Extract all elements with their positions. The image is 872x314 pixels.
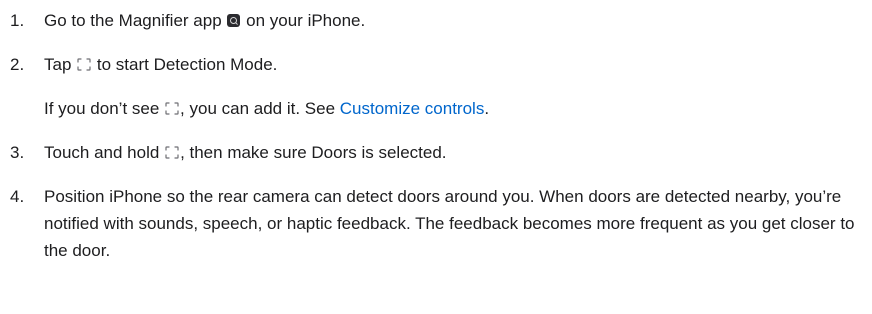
step-number: 2. — [10, 55, 25, 74]
customize-controls-link[interactable]: Customize controls — [340, 99, 485, 118]
detection-mode-icon — [165, 146, 179, 159]
step-text: Touch and hold — [44, 143, 160, 162]
detection-mode-icon — [77, 58, 91, 71]
steps-list: 1. Go to the Magnifier app on your iPhon… — [0, 0, 872, 264]
step-text: to start Detection Mode. — [96, 55, 278, 74]
note-text: If you don’t see — [44, 99, 160, 118]
step-text: on your iPhone. — [246, 11, 366, 30]
step-2: 2. Tap to start Detection Mode. If you d… — [0, 51, 856, 122]
note-text: , you can add it. See — [180, 99, 340, 118]
magnifier-app-icon — [227, 14, 241, 27]
step-1: 1. Go to the Magnifier app on your iPhon… — [0, 7, 856, 34]
step-text: Go to the Magnifier app — [44, 11, 222, 30]
note-text: . — [484, 99, 490, 118]
step-number: 3. — [10, 143, 25, 162]
step-text: Position iPhone so the rear camera can d… — [44, 187, 855, 260]
step-number: 1. — [10, 11, 25, 30]
step-text: Tap — [44, 55, 72, 74]
step-text: , then make sure Doors is selected. — [180, 143, 447, 162]
detection-mode-icon — [165, 102, 179, 115]
step-number: 4. — [10, 187, 25, 206]
step-3: 3. Touch and hold , then make sure Doors… — [0, 139, 856, 166]
step-4: 4. Position iPhone so the rear camera ca… — [0, 183, 856, 264]
step-2-note: If you don’t see , you can add it. See C… — [44, 95, 856, 122]
